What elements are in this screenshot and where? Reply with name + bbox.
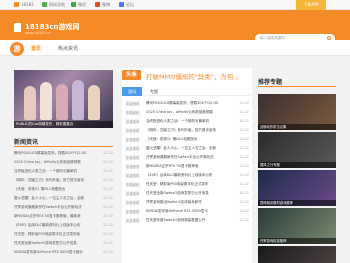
nav-logo-icon[interactable]: 游 — [10, 42, 24, 56]
hero-figure — [72, 80, 84, 120]
list-item[interactable]: 2025 China Joy，Affinity公布新品推荐展 10-22 — [14, 160, 113, 165]
table-row[interactable]: 手游资讯 任天堂全新Switch2游戏发售日公开信息 10-22 — [122, 189, 252, 198]
weibo-icon — [95, 2, 100, 7]
table-row[interactable]: 手游资讯 2025 China Joy，Affinity公布新品推荐展 10-22 — [122, 108, 252, 117]
topbar-link-wechat[interactable]: 微信 — [78, 2, 86, 8]
table-row[interactable]: 手游资讯 《EVE》后续DLC最新资料片上线版本公布 10-22 — [122, 171, 252, 180]
list-item[interactable]: 腾讯PS5OLED屏幕版发布，搭载400个Q2.0G 10-22 — [14, 151, 113, 156]
table-row[interactable]: 手游资讯 魔火总醒！此人小心，一位主人去之后，全新 10-22 — [122, 144, 252, 153]
navigation-icon — [42, 2, 47, 7]
table-row[interactable]: 手游资讯 开罗游戏旗舰新作在Switch平台公开新玩法 10-22 — [122, 153, 252, 162]
table-row[interactable]: 手游资讯 开罗游戏推出Switch2实体版本新作 10-22 — [122, 198, 252, 207]
logo-icon[interactable] — [14, 23, 21, 32]
site-logo-url: www.18183.cn — [25, 31, 51, 35]
list-item[interactable]: 魔火总醒！此人小心，一位主人去之后，全新 10-22 — [14, 196, 113, 201]
table-row[interactable]: 手游资讯 《天赋：前夜2》第DLC地图放出 10-22 — [122, 135, 252, 144]
forum-icon — [119, 2, 124, 7]
download-app-button[interactable]: 下载APP — [296, 0, 326, 10]
top-utility-bar: 18183 网站导航 微信 微博 论坛 下载APP — [0, 0, 350, 10]
table-row[interactable]: 手游资讯 腾讯PS5OLED屏幕版发布，搭载400个Q2.0G 10-22 — [122, 99, 252, 108]
list-item[interactable]: 任天堂全新Switch2游戏发售日公开信息 10-22 — [14, 241, 113, 246]
topbar-link-nav[interactable]: 网站导航 — [49, 2, 65, 8]
recommend-tile[interactable]: 赛博朋克题材游戏推荐 — [258, 170, 336, 206]
list-item[interactable]: NVIDIA发布新GeForce RTX 5050显卡报价 10-22 — [14, 250, 113, 255]
divider — [14, 146, 113, 147]
news-section-title: 新闻资讯 — [14, 139, 39, 146]
main-feed: 头条 打破MMO僵局的"异类"，为何... 游讯 专题 手游资讯 腾讯PS5OLE… — [122, 68, 252, 263]
table-row[interactable]: 手游资讯 任天堂：精彩版PS5电影数字化正式发布 10-22 — [122, 180, 252, 189]
recommend-tile[interactable]: 劲爆动作射击合集 — [258, 94, 336, 130]
tab-news[interactable]: 游讯 — [122, 87, 142, 96]
table-row[interactable]: 手游资讯 NVIDIA发布新GeForce RTX 5050显卡 10-22 — [122, 207, 252, 216]
featured-image[interactable]: PUBLIC的Cos特辑发布，精彩图集合 — [14, 70, 113, 128]
headline-badge: 头条 — [122, 70, 141, 80]
hero-figure — [88, 85, 100, 120]
list-item[interactable]: 《明年：顶级之刃》系列升级，官方首次宣传 10-22 — [14, 178, 113, 183]
headline-link[interactable]: 打破MMO僵局的"异类"，为何... — [146, 71, 240, 81]
list-item[interactable]: 《天赋：前夜2》第DLC地图放出 10-22 — [14, 187, 113, 192]
list-item[interactable]: 当终极进化人类之战：一个新的长篇单机 10-22 — [14, 169, 113, 174]
feed-tabs: 游讯 专题 — [122, 87, 252, 96]
recommend-tile[interactable] — [258, 246, 336, 263]
featured-caption[interactable]: PUBLIC的Cos特辑发布，精彩图集合 — [14, 121, 113, 128]
wechat-icon — [71, 2, 76, 7]
table-row[interactable]: 手游资讯 新NVIDIA正宗RTX 50显卡推荐版 10-22 — [122, 162, 252, 171]
table-row[interactable]: 手游资讯 《明年：顶级之刃》系列升级，官方首次宣传 10-22 — [122, 126, 252, 135]
topbar-link-home[interactable]: 18183 — [21, 2, 34, 7]
list-item[interactable]: 开罗游戏旗舰新作在Switch平台公开新玩法 10-22 — [14, 205, 113, 210]
hero-figure — [40, 82, 52, 120]
topbar-link-weibo[interactable]: 微博 — [102, 2, 110, 8]
hero-figure — [56, 84, 68, 120]
recommend-tile[interactable]: 国风之行专题 — [258, 132, 336, 168]
recommend-section-title: 推荐专题 — [258, 79, 283, 86]
recommend-tile[interactable]: 开罗游戏精选推荐 — [258, 208, 336, 244]
list-item[interactable]: 任天堂：精彩版PS5电影数字化正式发布版 10-22 — [14, 232, 113, 237]
divider — [258, 86, 336, 87]
table-row[interactable]: 手游资讯 任天堂年度Switch2游戏销量数据公开 10-22 — [122, 216, 252, 225]
list-item[interactable]: 新NVIDIA正宗RTX 50显卡推荐版，最新消 10-22 — [14, 214, 113, 219]
nav-item-home[interactable]: 首页 — [31, 45, 41, 52]
topbar-link-forum[interactable]: 论坛 — [126, 2, 134, 8]
main-nav: 游 首页 热点资讯 — [0, 40, 350, 56]
tab-topics[interactable]: 专题 — [144, 87, 164, 96]
site-header: 18183cn游戏网 www.18183.cn 输入搜索关键词 — [0, 10, 350, 43]
table-row[interactable]: 手游资讯 当终极进化人类之战：一个新的长篇单机 10-22 — [122, 117, 252, 126]
site-icon — [14, 2, 19, 7]
list-item[interactable]: 《EVE》后续DLC最新资料片上线版本公布 10-22 — [14, 223, 113, 228]
hero-figure — [24, 86, 36, 120]
nav-item-hot-news[interactable]: 热点资讯 — [58, 45, 78, 52]
